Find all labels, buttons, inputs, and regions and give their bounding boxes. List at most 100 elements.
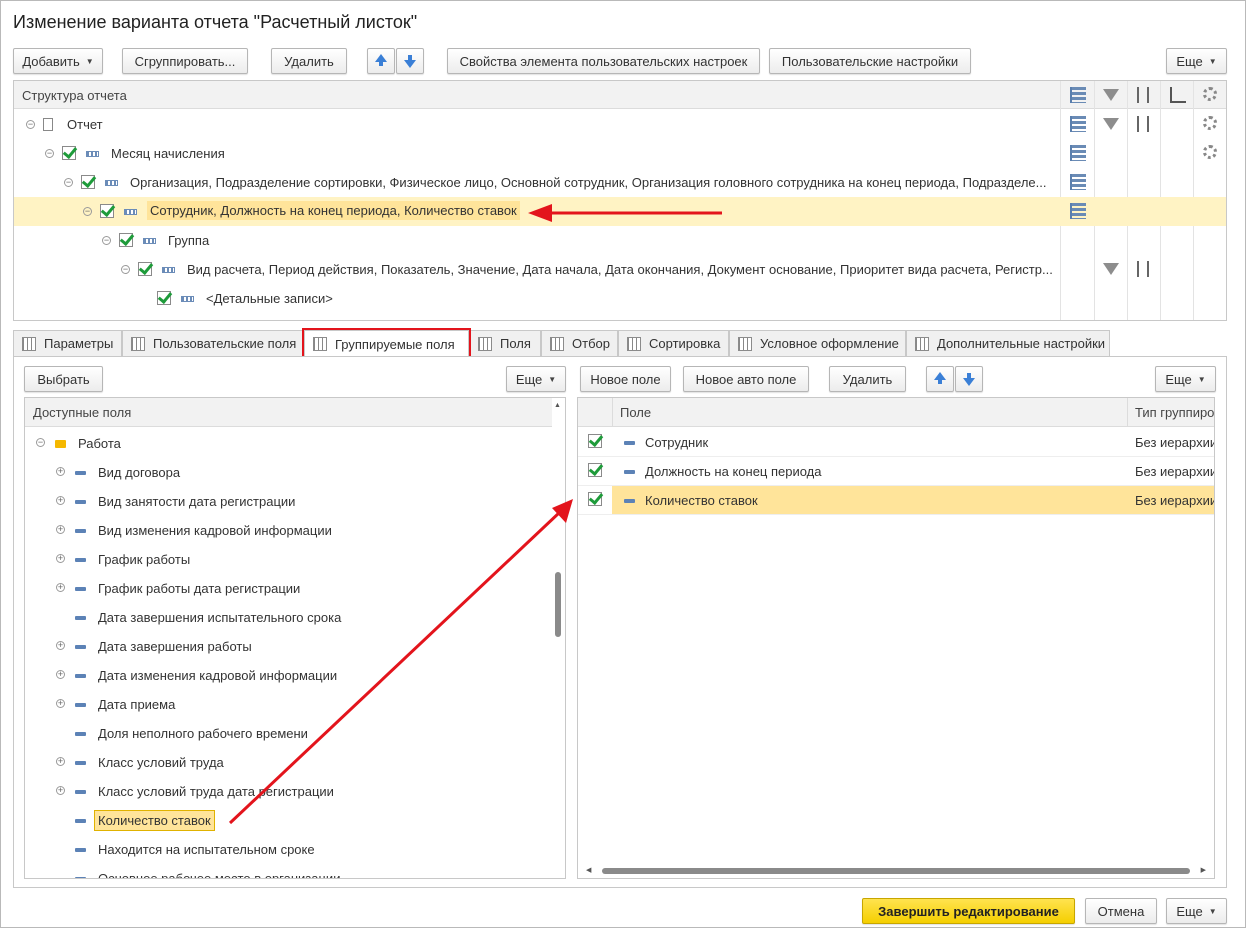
tree-row-employee[interactable]: − Сотрудник, Должность на конец периода,… [14,197,1226,226]
expand-icon[interactable]: + [56,670,65,679]
field-row[interactable]: Основное рабочее место в организации [25,864,553,878]
tab-sorting[interactable]: Сортировка [618,330,729,356]
field-row[interactable]: Дата завершения испытательного срока [25,603,553,632]
field-row[interactable]: + Класс условий труда [25,748,553,777]
move-up-button[interactable] [926,366,954,392]
left-more-button[interactable]: Еще ▼ [506,366,566,392]
scroll-right-icon[interactable]: ▶ [1201,866,1206,874]
field-row[interactable]: Находится на испытательном сроке [25,835,553,864]
grouping-type[interactable]: Без иерархии [1135,493,1214,508]
tab-user-fields[interactable]: Пользовательские поля [122,330,304,356]
field-row[interactable]: + Вид занятости дата регистрации [25,487,553,516]
horizontal-scrollbar[interactable]: ◀ ▶ [578,864,1214,878]
field-row[interactable]: + График работы [25,545,553,574]
row-checkbox[interactable] [138,262,152,276]
new-field-button[interactable]: Новое поле [580,366,671,392]
expand-icon[interactable]: + [56,641,65,650]
tree-row-group[interactable]: − Группа [14,226,1226,255]
row-checkbox[interactable] [119,233,133,247]
user-settings-button[interactable]: Пользовательские настройки [769,48,971,74]
conditional-format-icon[interactable] [1170,87,1186,103]
tree-row-detail-records[interactable]: <Детальные записи> [14,284,1226,313]
footer-more-button[interactable]: Еще ▼ [1166,898,1227,924]
tab-parameters[interactable]: Параметры [13,330,122,356]
table-row[interactable]: Количество ставок Без иерархии [578,486,1214,515]
tree-row-month[interactable]: − Месяц начисления [14,139,1226,168]
delete-field-button[interactable]: Удалить [829,366,906,392]
expand-icon[interactable]: + [56,699,65,708]
grouping-type[interactable]: Без иерархии [1135,435,1214,450]
tab-additional-settings[interactable]: Дополнительные настройки [906,330,1110,356]
tab-filter[interactable]: Отбор [541,330,618,356]
grouped-fields-table[interactable]: Поле Тип группиро Сотрудник Без иерархии Д… [577,397,1215,879]
tree-row-calc-type[interactable]: − Вид расчета, Период действия, Показате… [14,255,1226,284]
row-checkbox[interactable] [588,434,602,448]
right-more-button[interactable]: Еще ▼ [1155,366,1216,392]
collapse-icon[interactable]: − [83,207,92,216]
finish-editing-button[interactable]: Завершить редактирование [862,898,1075,924]
element-properties-button[interactable]: Свойства элемента пользовательских настр… [447,48,760,74]
row-checkbox[interactable] [81,175,95,189]
collapse-icon[interactable]: − [26,120,35,129]
scroll-left-icon[interactable]: ◀ [586,866,591,874]
cancel-button[interactable]: Отмена [1085,898,1157,924]
expand-icon[interactable]: + [56,525,65,534]
tree-row-report[interactable]: − Отчет [14,110,1226,139]
expand-icon[interactable]: + [56,467,65,476]
collapse-icon[interactable]: − [121,265,130,274]
available-fields-tree[interactable]: Доступные поля − Работа + Вид договора + Ви… [24,397,566,879]
new-auto-field-button[interactable]: Новое авто поле [683,366,809,392]
scrollbar-thumb[interactable] [555,572,561,637]
arrow-down-icon [963,373,975,386]
field-row[interactable]: + Класс условий труда дата регистрации [25,777,553,806]
expand-icon[interactable]: + [56,757,65,766]
filter-icon[interactable] [1103,89,1119,101]
groupings-icon[interactable] [1070,87,1086,103]
table-row[interactable]: Должность на конец периода Без иерархии [578,457,1214,486]
row-checkbox[interactable] [588,492,602,506]
group-button[interactable]: Сгруппировать... [122,48,248,74]
collapse-icon[interactable]: − [64,178,73,187]
folder-row[interactable]: − Работа [25,429,553,458]
column-header-field[interactable]: Поле [620,405,651,420]
column-header-type[interactable]: Тип группиро [1135,405,1214,420]
field-row[interactable]: Количество ставок [25,806,553,835]
field-row[interactable]: + Дата изменения кадровой информации [25,661,553,690]
tab-conditional-format[interactable]: Условное оформление [729,330,906,356]
row-checkbox[interactable] [62,146,76,160]
move-down-button[interactable] [955,366,983,392]
collapse-icon[interactable]: − [36,438,45,447]
expand-icon[interactable]: + [56,496,65,505]
tree-row-organization[interactable]: − Организация, Подразделение сортировки,… [14,168,1226,197]
expand-icon[interactable]: + [56,786,65,795]
row-checkbox[interactable] [157,291,171,305]
select-button[interactable]: Выбрать [24,366,103,392]
field-row[interactable]: + Вид изменения кадровой информации [25,516,553,545]
move-down-button[interactable] [396,48,424,74]
expand-icon[interactable]: + [56,583,65,592]
scroll-up-icon[interactable]: ▲ [554,402,561,409]
scrollbar-thumb[interactable] [602,868,1190,874]
grouping-type[interactable]: Без иерархии [1135,464,1214,479]
collapse-icon[interactable]: − [102,236,111,245]
row-checkbox[interactable] [588,463,602,477]
field-row[interactable]: Доля неполного рабочего времени [25,719,553,748]
field-row[interactable]: + Дата завершения работы [25,632,553,661]
tab-fields[interactable]: Поля [469,330,541,356]
collapse-icon[interactable]: − [45,149,54,158]
move-up-button[interactable] [367,48,395,74]
field-icon [75,529,86,533]
vertical-scrollbar[interactable]: ▲ [552,398,565,878]
more-button[interactable]: Еще ▼ [1166,48,1227,74]
expand-icon[interactable]: + [56,554,65,563]
field-row[interactable]: + График работы дата регистрации [25,574,553,603]
field-row[interactable]: + Дата приема [25,690,553,719]
report-structure-tree[interactable]: Структура отчета − Отчет − Месяц начисле… [13,80,1227,321]
row-checkbox[interactable] [100,204,114,218]
delete-button[interactable]: Удалить [271,48,347,74]
gear-icon[interactable] [1203,87,1217,101]
table-row[interactable]: Сотрудник Без иерархии [578,428,1214,457]
add-button[interactable]: Добавить ▼ [13,48,103,74]
sort-icon[interactable] [1137,87,1149,103]
field-row[interactable]: + Вид договора [25,458,553,487]
